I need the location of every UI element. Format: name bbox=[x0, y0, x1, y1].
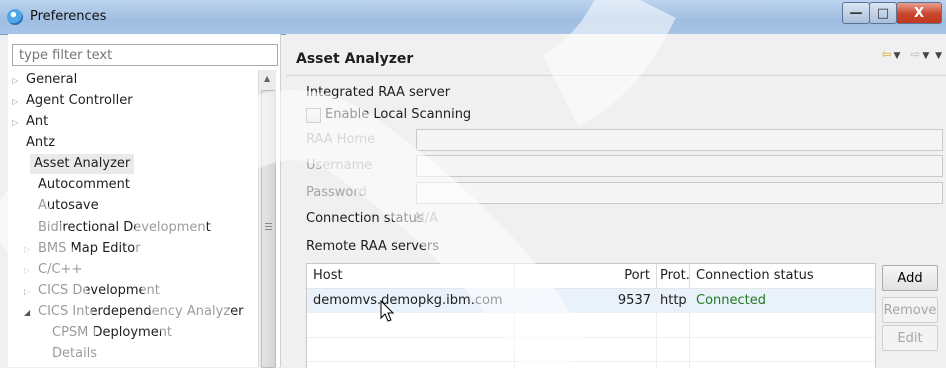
tree-item-cpp[interactable]: ▷ C/C++ bbox=[24, 260, 82, 280]
username-label: Username bbox=[306, 158, 373, 173]
raa-home-label: RAA Home bbox=[306, 132, 376, 147]
page-title: Asset Analyzer bbox=[296, 51, 414, 67]
view-menu-icon[interactable]: ▼ bbox=[935, 51, 942, 61]
expand-icon[interactable]: ▷ bbox=[12, 71, 26, 91]
integrated-server-heading: Integrated RAA server bbox=[306, 85, 451, 100]
enable-local-scanning-checkbox[interactable] bbox=[306, 108, 321, 123]
cell-connection-status: Connected bbox=[696, 293, 767, 308]
password-label: Password bbox=[306, 185, 367, 200]
tree-item-agent-controller[interactable]: ▷ Agent Controller bbox=[12, 91, 133, 111]
enable-local-scanning-label[interactable]: Enable Local Scanning bbox=[325, 107, 471, 122]
row-line bbox=[307, 361, 875, 362]
remove-button[interactable]: Remove bbox=[882, 297, 938, 323]
expand-icon[interactable]: ▷ bbox=[24, 240, 38, 260]
password-field[interactable] bbox=[416, 182, 943, 204]
tree-item-cics-interdependency-analyzer[interactable]: ◢ CICS Interdependency Analyzer bbox=[24, 302, 243, 322]
forward-dropdown-icon[interactable]: ▼ bbox=[922, 51, 929, 61]
tree-item-general[interactable]: ▷ General bbox=[12, 70, 77, 90]
tree-item-cpsm-deployment[interactable]: CPSM Deployment bbox=[52, 323, 172, 343]
row-line bbox=[307, 337, 875, 338]
minimize-icon: — bbox=[849, 5, 863, 21]
cell-host: demomvs.demopkg.ibm.com bbox=[313, 293, 503, 308]
tree-item-details[interactable]: Details bbox=[52, 344, 97, 364]
cell-port: 9537 bbox=[617, 293, 651, 308]
grip-line bbox=[265, 223, 272, 224]
grip-line bbox=[265, 229, 272, 230]
tree-item-autocomment[interactable]: Autocomment bbox=[38, 175, 130, 195]
column-header-protocol[interactable]: Prot... bbox=[657, 264, 690, 288]
column-line bbox=[656, 289, 657, 368]
add-button[interactable]: Add bbox=[882, 265, 938, 291]
header-divider bbox=[286, 75, 946, 76]
column-header-connection-status[interactable]: Connection status bbox=[690, 264, 875, 288]
tree-item-asset-analyzer[interactable]: Asset Analyzer bbox=[30, 154, 135, 174]
window-title: Preferences bbox=[30, 9, 107, 24]
scroll-up-icon[interactable]: ▲ bbox=[264, 74, 270, 83]
collapse-icon[interactable]: ◢ bbox=[24, 303, 38, 323]
username-field[interactable] bbox=[416, 155, 943, 177]
history-nav: ⇦ ▼ ⇨ ▼ ▼ bbox=[875, 47, 942, 61]
tree-item-bms-map-editor[interactable]: ▷ BMS Map Editor bbox=[24, 239, 141, 259]
expand-icon[interactable]: ▷ bbox=[12, 92, 26, 112]
cell-protocol: http bbox=[660, 293, 687, 308]
back-arrow-icon[interactable]: ⇦ bbox=[881, 47, 891, 61]
connection-status-value: N/A bbox=[415, 211, 438, 226]
edit-button[interactable]: Edit bbox=[882, 325, 938, 351]
tree-item-ant[interactable]: ▷ Ant bbox=[12, 112, 48, 132]
scroll-thumb[interactable] bbox=[261, 90, 276, 368]
tree-item-autosave[interactable]: Autosave bbox=[38, 196, 99, 216]
expand-icon[interactable]: ▷ bbox=[24, 282, 38, 302]
raa-home-field[interactable] bbox=[416, 129, 943, 151]
page-header: Asset Analyzer ⇦ ▼ ⇨ ▼ ▼ bbox=[286, 44, 946, 74]
close-icon: X bbox=[913, 5, 925, 21]
maximize-button[interactable]: □ bbox=[869, 2, 897, 24]
preferences-app-icon bbox=[7, 9, 23, 25]
tree-item-cics-development[interactable]: ▷ CICS Development bbox=[24, 281, 160, 301]
mouse-cursor-icon bbox=[380, 300, 395, 322]
filter-input[interactable] bbox=[12, 44, 278, 66]
remote-servers-heading: Remote RAA servers bbox=[306, 239, 440, 254]
column-header-host[interactable]: Host bbox=[307, 264, 515, 288]
grip-line bbox=[265, 226, 272, 227]
column-line bbox=[514, 289, 515, 368]
expand-icon[interactable]: ▷ bbox=[24, 261, 38, 281]
column-header-port[interactable]: Port bbox=[515, 264, 657, 288]
close-button[interactable]: X bbox=[896, 2, 942, 24]
expand-icon[interactable]: ▷ bbox=[12, 113, 26, 133]
connection-status-label: Connection status bbox=[306, 211, 424, 226]
column-line bbox=[689, 289, 690, 368]
window-title-bar: Preferences — □ X bbox=[0, 0, 946, 35]
tree-scrollbar[interactable]: ▲ bbox=[258, 70, 276, 368]
forward-arrow-icon[interactable]: ⇨ bbox=[910, 47, 920, 61]
maximize-icon: □ bbox=[876, 5, 890, 21]
back-dropdown-icon[interactable]: ▼ bbox=[894, 51, 901, 61]
tree-item-antz[interactable]: Antz bbox=[26, 133, 55, 153]
tree-item-bidirectional-development[interactable]: Bidirectional Development bbox=[38, 218, 211, 238]
minimize-button[interactable]: — bbox=[842, 2, 870, 24]
